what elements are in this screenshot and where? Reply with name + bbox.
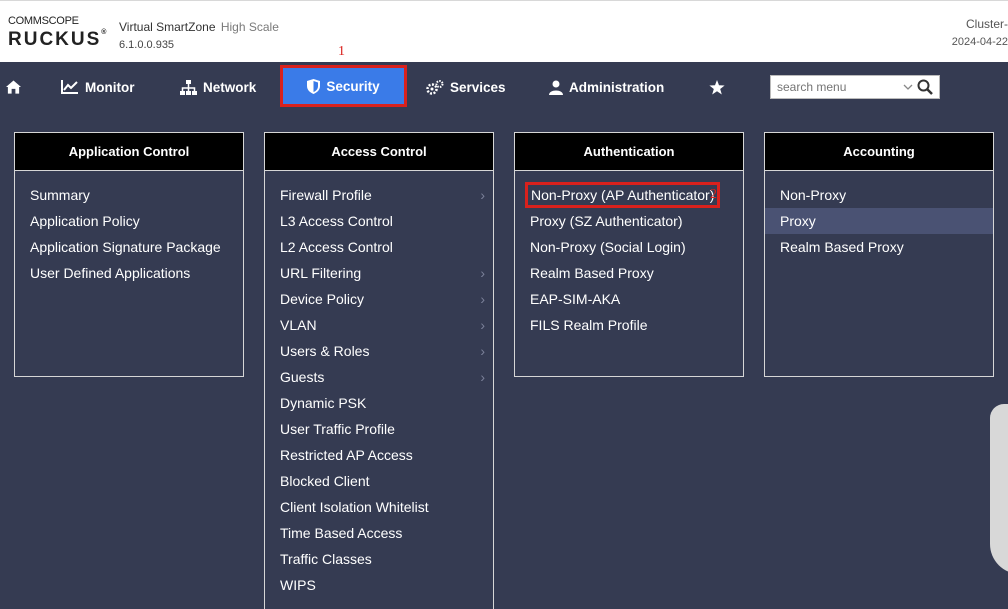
- panel-menu: Summary Application Policy Application S…: [15, 171, 243, 286]
- menu-item-device-policy[interactable]: Device Policy ›: [265, 286, 493, 312]
- chevron-right-icon: ›: [480, 317, 485, 333]
- search-icon[interactable]: [917, 79, 933, 95]
- panel-accounting: Accounting Non-Proxy Proxy Realm Based P…: [764, 132, 994, 377]
- home-icon: [6, 80, 21, 94]
- product-version: 6.1.0.0.935: [119, 39, 175, 51]
- menu-item-firewall-profile[interactable]: Firewall Profile ›: [265, 182, 493, 208]
- nav-administration-label: Administration: [569, 79, 665, 95]
- product-name: Virtual SmartZone High Scale: [119, 20, 279, 34]
- nav-home[interactable]: [6, 62, 27, 112]
- chevron-down-icon[interactable]: [902, 79, 914, 95]
- panel-title: Application Control: [15, 133, 243, 171]
- nav-services[interactable]: Services: [426, 62, 506, 112]
- menu-item-accounting-proxy[interactable]: Proxy: [765, 208, 993, 234]
- panel-application-control: Application Control Summary Application …: [14, 132, 244, 377]
- menu-item-users-roles[interactable]: Users & Roles ›: [265, 338, 493, 364]
- menu-item-user-traffic-profile[interactable]: User Traffic Profile: [265, 416, 493, 442]
- menu-item-summary[interactable]: Summary: [15, 182, 243, 208]
- menu-item-vlan[interactable]: VLAN ›: [265, 312, 493, 338]
- menu-item-l3-access-control[interactable]: L3 Access Control: [265, 208, 493, 234]
- menu-item-dynamic-psk[interactable]: Dynamic PSK: [265, 390, 493, 416]
- chevron-right-icon: ›: [480, 369, 485, 385]
- menu-item-blocked-client[interactable]: Blocked Client: [265, 468, 493, 494]
- menu-item-non-proxy-social-login[interactable]: Non-Proxy (Social Login): [515, 234, 743, 260]
- panel-title: Accounting: [765, 133, 993, 171]
- panel-access-control: Access Control Firewall Profile › L3 Acce…: [264, 132, 494, 609]
- star-icon: [709, 79, 725, 94]
- annotation-step-1: 1: [338, 44, 345, 59]
- nav-security[interactable]: Security: [280, 65, 407, 107]
- panel-authentication: Authentication Non-Proxy (AP Authenticat…: [514, 132, 744, 377]
- panel-menu: Firewall Profile › L3 Access Control L2 A…: [265, 171, 493, 598]
- chevron-right-icon: ›: [480, 291, 485, 307]
- annotation-step-2: 2: [710, 187, 717, 202]
- chevron-right-icon: ›: [480, 343, 485, 359]
- menu-item-time-based-access[interactable]: Time Based Access: [265, 520, 493, 546]
- nav-monitor[interactable]: Monitor: [61, 62, 135, 112]
- main-nav: Monitor Network Security Services Admini…: [0, 62, 1008, 112]
- panel-menu: Non-Proxy Proxy Realm Based Proxy: [765, 171, 993, 260]
- menu-item-fils-realm-profile[interactable]: FILS Realm Profile: [515, 312, 743, 338]
- panel-menu: Non-Proxy (AP Authenticator) Proxy (SZ A…: [515, 171, 743, 338]
- menu-item-url-filtering[interactable]: URL Filtering ›: [265, 260, 493, 286]
- menu-item-wips[interactable]: WIPS: [265, 572, 493, 598]
- menu-item-eap-sim-aka[interactable]: EAP-SIM-AKA: [515, 286, 743, 312]
- panel-title: Authentication: [515, 133, 743, 171]
- menu-item-non-proxy-ap-authenticator[interactable]: Non-Proxy (AP Authenticator): [515, 182, 743, 208]
- app-header: COMMSCOPE RUCKUS® Virtual SmartZone High…: [0, 0, 1008, 62]
- search-menu-input[interactable]: [771, 76, 896, 98]
- menu-item-l2-access-control[interactable]: L2 Access Control: [265, 234, 493, 260]
- menu-item-restricted-ap-access[interactable]: Restricted AP Access: [265, 442, 493, 468]
- nav-administration[interactable]: Administration: [549, 62, 664, 112]
- side-scroll-handle[interactable]: [990, 404, 1008, 574]
- nav-favorites[interactable]: [709, 62, 731, 112]
- line-chart-icon: [61, 80, 78, 94]
- product-edition: High Scale: [220, 20, 279, 34]
- search-menu-box: [770, 75, 940, 99]
- logo-commscope-text: COMMSCOPE: [8, 15, 79, 27]
- panel-title: Access Control: [265, 133, 493, 171]
- menu-item-realm-based-proxy[interactable]: Realm Based Proxy: [515, 260, 743, 286]
- menu-item-accounting-non-proxy[interactable]: Non-Proxy: [765, 182, 993, 208]
- header-datetime: 2024-04-22: [951, 36, 1008, 48]
- menu-item-traffic-classes[interactable]: Traffic Classes: [265, 546, 493, 572]
- logo-ruckus-text: RUCKUS®: [8, 29, 107, 50]
- cluster-name[interactable]: Cluster-: [966, 17, 1008, 31]
- nav-network-label: Network: [203, 79, 257, 95]
- menu-item-proxy-sz-authenticator[interactable]: Proxy (SZ Authenticator): [515, 208, 743, 234]
- chevron-right-icon: ›: [480, 187, 485, 203]
- nav-network[interactable]: Network: [180, 62, 256, 112]
- shield-icon: [307, 78, 321, 94]
- user-icon: [549, 80, 563, 95]
- menu-item-application-policy[interactable]: Application Policy: [15, 208, 243, 234]
- menu-item-application-signature-package[interactable]: Application Signature Package: [15, 234, 243, 260]
- ruckus-logo[interactable]: COMMSCOPE RUCKUS®: [8, 15, 106, 51]
- menu-item-user-defined-applications[interactable]: User Defined Applications: [15, 260, 243, 286]
- nav-monitor-label: Monitor: [85, 79, 135, 95]
- chevron-right-icon: ›: [480, 265, 485, 281]
- menu-item-accounting-realm-based-proxy[interactable]: Realm Based Proxy: [765, 234, 993, 260]
- gears-icon: [426, 79, 444, 95]
- menu-item-client-isolation-whitelist[interactable]: Client Isolation Whitelist: [265, 494, 493, 520]
- menu-item-guests[interactable]: Guests ›: [265, 364, 493, 390]
- nav-services-label: Services: [450, 79, 506, 95]
- network-icon: [180, 79, 197, 95]
- nav-security-label: Security: [326, 78, 380, 94]
